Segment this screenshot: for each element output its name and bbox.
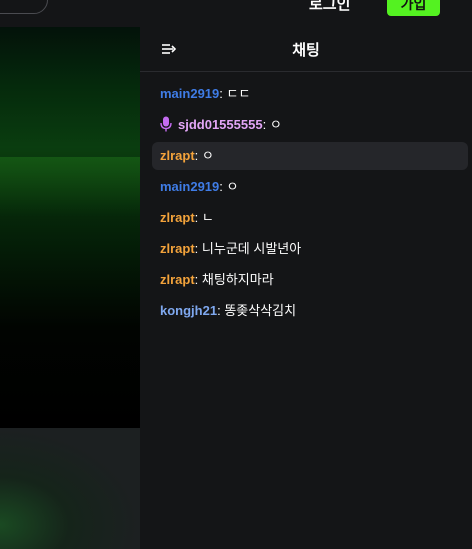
chat-username[interactable]: zlrapt [160, 148, 195, 163]
chat-message-text: ㄷㄷ [226, 86, 251, 101]
chat-username[interactable]: kongjh21 [160, 303, 217, 318]
chat-message-text: ㅇ [226, 179, 239, 194]
chat-username[interactable]: zlrapt [160, 272, 195, 287]
chat-username[interactable]: sjdd01555555 [178, 117, 263, 132]
chat-message-text: ㅇ [269, 117, 282, 132]
search-pill[interactable] [0, 0, 48, 14]
chat-message[interactable]: zlrapt: 채팅하지마라 [152, 266, 468, 294]
chat-message-text: ㅇ [201, 148, 214, 163]
top-bar: 로그인 가입 [0, 0, 472, 27]
chat-separator: : [219, 86, 227, 101]
chat-panel: 채팅 main2919: ㄷㄷ sjdd01555555: ㅇ zlrapt: ㅇm… [140, 27, 472, 549]
video-glow [0, 157, 140, 217]
chat-message[interactable]: kongjh21: 똥좆삭삭김치 [152, 297, 468, 325]
chat-header: 채팅 [140, 27, 472, 72]
chat-username[interactable]: main2919 [160, 86, 219, 101]
mic-icon [160, 116, 172, 132]
chat-separator: : [194, 272, 202, 287]
chat-message[interactable]: sjdd01555555: ㅇ [152, 111, 468, 139]
chat-message[interactable]: main2919: ㄷㄷ [152, 80, 468, 108]
chat-message-text: ㄴ [201, 210, 214, 225]
chat-username[interactable]: zlrapt [160, 241, 195, 256]
video-below-area [0, 428, 140, 549]
chat-title: 채팅 [292, 42, 320, 59]
chat-message[interactable]: zlrapt: ㄴ [152, 204, 468, 232]
chat-username[interactable]: zlrapt [160, 210, 195, 225]
login-button[interactable]: 로그인 [309, 0, 350, 14]
signup-button[interactable]: 가입 [387, 0, 440, 16]
chat-separator: : [194, 148, 202, 163]
chat-separator: : [219, 179, 227, 194]
chat-separator: : [194, 210, 202, 225]
chat-message[interactable]: zlrapt: 니누군데 시발년아 [152, 235, 468, 263]
chat-message[interactable]: main2919: ㅇ [152, 173, 468, 201]
chat-message-text: 채팅하지마라 [201, 272, 274, 287]
chat-message[interactable]: zlrapt: ㅇ [152, 142, 468, 170]
chat-username[interactable]: main2919 [160, 179, 219, 194]
chat-message-text: 니누군데 시발년아 [201, 241, 302, 256]
chat-separator: : [194, 241, 202, 256]
chat-message-list[interactable]: main2919: ㄷㄷ sjdd01555555: ㅇ zlrapt: ㅇ main… [140, 72, 472, 325]
chat-message-text: 똥좆삭삭김치 [224, 303, 297, 318]
video-player[interactable] [0, 27, 140, 428]
chat-separator: : [262, 117, 270, 132]
